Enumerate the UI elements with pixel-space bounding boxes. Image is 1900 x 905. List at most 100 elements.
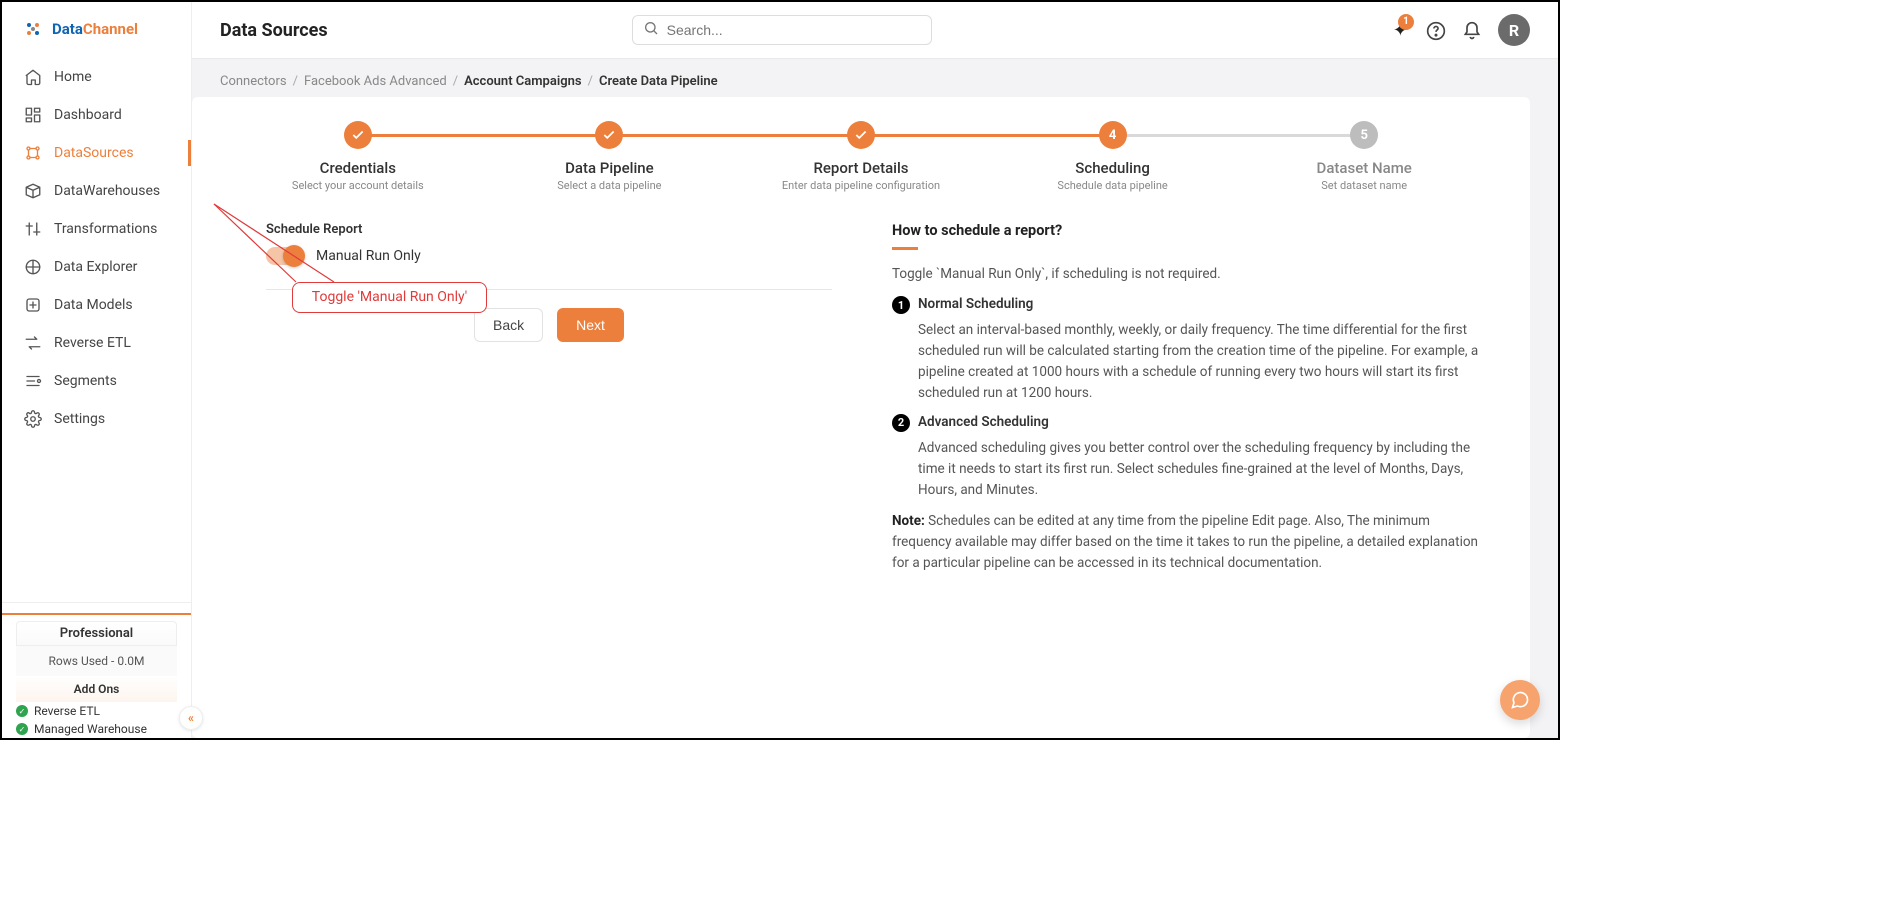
breadcrumb-segment[interactable]: Facebook Ads Advanced (304, 74, 447, 89)
sparkle-icon[interactable]: ✦1 (1393, 20, 1408, 41)
page-title: Data Sources (220, 20, 328, 41)
dashboard-icon (24, 106, 42, 124)
stepper: CredentialsSelect your account detailsDa… (232, 121, 1490, 192)
step-circle: 4 (1099, 121, 1127, 149)
advanced-body: Advanced scheduling gives you better con… (918, 438, 1490, 501)
search-icon (643, 20, 659, 40)
divider (266, 289, 832, 290)
note: Note: Schedules can be edited at any tim… (892, 511, 1490, 574)
nav-label: Transformations (54, 221, 157, 237)
button-row: Back Next (266, 308, 832, 342)
sidebar: DataChannel Home Dashboard DataSources Data… (2, 2, 192, 738)
step-circle (595, 121, 623, 149)
content-card: CredentialsSelect your account detailsDa… (192, 97, 1530, 738)
step-circle (344, 121, 372, 149)
addons-title: Add Ons (16, 676, 177, 702)
models-icon (24, 296, 42, 314)
help-intro: Toggle `Manual Run Only`, if scheduling … (892, 264, 1490, 284)
bell-icon[interactable] (1462, 21, 1480, 39)
nav-label: Dashboard (54, 107, 122, 123)
nav-label: Settings (54, 411, 105, 427)
nav-label: Home (54, 69, 92, 85)
help-underline (892, 247, 918, 250)
divider (2, 613, 191, 615)
breadcrumb: Connectors / Facebook Ads Advanced / Account… (192, 58, 1558, 97)
breadcrumb-separator: / (453, 74, 458, 89)
check-icon: ✓ (16, 705, 28, 717)
nav-item-reverse[interactable]: Reverse ETL (2, 324, 191, 362)
step-circle: 5 (1350, 121, 1378, 149)
nav-label: Data Explorer (54, 259, 137, 275)
logo-mark-icon (20, 16, 46, 42)
home-icon (24, 68, 42, 86)
nav-item-explorer[interactable]: Data Explorer (2, 248, 191, 286)
manual-run-toggle[interactable] (266, 247, 304, 265)
segments-icon (24, 372, 42, 390)
breadcrumb-separator: / (588, 74, 593, 89)
step-3[interactable]: Report Details Enter data pipeline config… (735, 121, 987, 192)
step-subtitle: Select a data pipeline (484, 179, 736, 192)
search-box[interactable] (632, 15, 932, 45)
sidebar-bottom: Professional Rows Used - 0.0M Add Ons ✓R… (2, 602, 191, 738)
advanced-title: Advanced Scheduling (918, 414, 1049, 430)
next-button[interactable]: Next (557, 308, 624, 342)
nav-item-segments[interactable]: Segments (2, 362, 191, 400)
section-label: Schedule Report (266, 222, 832, 237)
normal-body: Select an interval-based monthly, weekly… (918, 320, 1490, 404)
help-title: How to schedule a report? (892, 222, 1490, 239)
step-subtitle: Set dataset name (1238, 179, 1490, 192)
nav-item-dashboard[interactable]: Dashboard (2, 96, 191, 134)
step-title: Scheduling (987, 159, 1239, 177)
step-subtitle: Select your account details (232, 179, 484, 192)
step-title: Report Details (735, 159, 987, 177)
breadcrumb-segment[interactable]: Connectors (220, 74, 287, 89)
breadcrumb-segment: Create Data Pipeline (599, 74, 718, 89)
step-5[interactable]: 5 Dataset Name Set dataset name (1238, 121, 1490, 192)
avatar[interactable]: R (1498, 14, 1530, 46)
warehouses-icon (24, 182, 42, 200)
datasources-icon (24, 144, 42, 162)
nav-label: DataWarehouses (54, 183, 160, 199)
schedule-section: Schedule Report Manual Run Only Back Nex… (232, 222, 832, 342)
step-circle (847, 121, 875, 149)
nav-label: DataSources (54, 145, 134, 161)
breadcrumb-separator: / (293, 74, 298, 89)
toggle-label: Manual Run Only (316, 248, 421, 264)
addon-item: ✓Managed Warehouse (16, 720, 177, 738)
step-subtitle: Schedule data pipeline (987, 179, 1239, 192)
check-icon: ✓ (16, 723, 28, 735)
nav-item-settings[interactable]: Settings (2, 400, 191, 438)
step-4[interactable]: 4 Scheduling Schedule data pipeline (987, 121, 1239, 192)
nav-item-home[interactable]: Home (2, 58, 191, 96)
nav-item-warehouses[interactable]: DataWarehouses (2, 172, 191, 210)
nav-label: Segments (54, 373, 117, 389)
list-number-2: 2 (892, 414, 910, 432)
step-title: Dataset Name (1238, 159, 1490, 177)
nav: Home Dashboard DataSources DataWarehouses Tr… (2, 50, 191, 602)
collapse-sidebar-button[interactable]: « (179, 706, 203, 730)
nav-item-transformations[interactable]: Transformations (2, 210, 191, 248)
help-icon[interactable] (1426, 21, 1444, 39)
main: Data Sources ✦1 R Connectors / Facebook Ad… (192, 2, 1558, 738)
breadcrumb-segment: Account Campaigns (464, 74, 582, 89)
list-number-1: 1 (892, 296, 910, 314)
step-title: Credentials (232, 159, 484, 177)
step-1[interactable]: Credentials Select your account details (232, 121, 484, 192)
nav-label: Reverse ETL (54, 335, 131, 351)
search-input[interactable] (667, 22, 921, 38)
nav-item-models[interactable]: Data Models (2, 286, 191, 324)
help-panel: How to schedule a report? Toggle `Manual… (892, 222, 1490, 573)
reverse-icon (24, 334, 42, 352)
step-2[interactable]: Data PipelineSelect a data pipeline (484, 121, 736, 192)
notif-badge: 1 (1398, 14, 1414, 30)
transformations-icon (24, 220, 42, 238)
plan-badge[interactable]: Professional (16, 621, 177, 646)
chat-fab[interactable] (1500, 680, 1540, 720)
nav-item-datasources[interactable]: DataSources (2, 134, 191, 172)
back-button[interactable]: Back (474, 308, 543, 342)
logo[interactable]: DataChannel (2, 2, 191, 50)
rows-used: Rows Used - 0.0M (16, 646, 177, 676)
logo-text: DataChannel (52, 20, 138, 38)
addon-item: ✓Reverse ETL (16, 702, 177, 720)
step-subtitle: Enter data pipeline configuration (735, 179, 987, 192)
